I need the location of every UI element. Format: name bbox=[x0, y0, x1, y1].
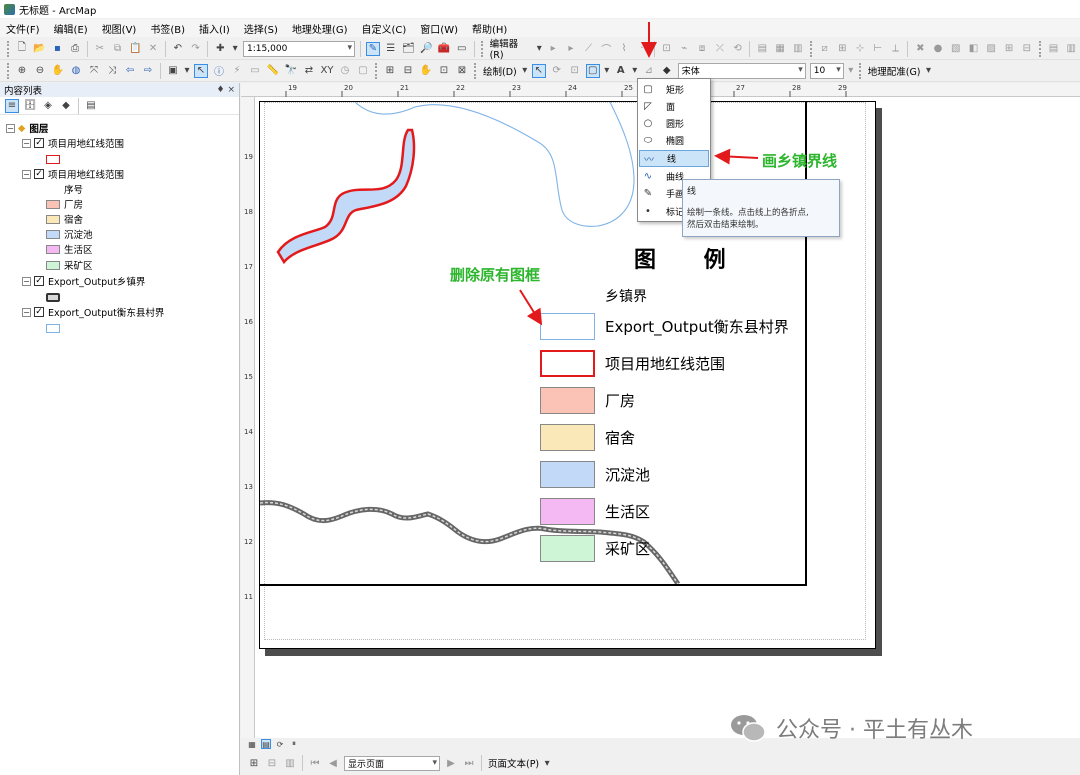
page-display-value: 显示页面 bbox=[348, 759, 385, 770]
wechat-logo bbox=[731, 715, 766, 742]
dropdown-item-ellipse[interactable]: ⬭ 椭圆 bbox=[639, 132, 709, 149]
pause-drawing-icon[interactable]: ⏸ bbox=[289, 739, 299, 749]
line-icon: 〰 bbox=[644, 155, 654, 166]
dropdown-item-circle[interactable]: ○ 圆形 bbox=[639, 115, 709, 132]
last-page-icon[interactable]: ⏭ bbox=[462, 756, 476, 770]
dropdown-item-label: 椭圆 bbox=[666, 137, 685, 147]
data-view-icon[interactable]: ▦ bbox=[247, 739, 257, 749]
fixed-zoom-icon[interactable]: ⊟ bbox=[265, 756, 279, 770]
dropdown-item-label: 矩形 bbox=[666, 86, 685, 96]
polygon-icon: ◸ bbox=[644, 101, 652, 112]
annotation-delete-frame: 删除原有图框 bbox=[450, 266, 541, 284]
annotation-draw-line: 画乡镇界线 bbox=[762, 152, 838, 170]
ellipse-icon: ⬭ bbox=[643, 135, 653, 146]
page-display-combo[interactable]: 显示页面 bbox=[344, 755, 440, 771]
circle-icon: ○ bbox=[643, 118, 653, 129]
zoom-layout-icon[interactable]: ⊞ bbox=[247, 756, 261, 770]
toolbar-separator bbox=[302, 755, 303, 771]
refresh-icon[interactable]: ⟳ bbox=[275, 739, 285, 749]
arrow-to-old-frame bbox=[519, 289, 543, 326]
rectangle-icon: ▢ bbox=[643, 84, 653, 95]
dropdown-item-rectangle[interactable]: ▢ 矩形 bbox=[639, 81, 709, 98]
layout-toolbar: ⊞ ⊟ ▥ ⏮ ◀ 显示页面 ▶ ⏭ 页面文本(P) ▾ bbox=[241, 751, 1080, 775]
tooltip-title: 线 bbox=[687, 187, 697, 197]
curve-icon: ∿ bbox=[643, 171, 653, 182]
first-page-icon[interactable]: ⏮ bbox=[308, 756, 322, 770]
tooltip-body-line2: 然后双击结束绘制。 bbox=[687, 220, 764, 230]
dropdown-item-label: 面 bbox=[666, 103, 676, 113]
tooltip-body-line1: 绘制一条线。点击线上的各折点, bbox=[687, 208, 809, 218]
layout-view-icon[interactable]: ▤ bbox=[261, 739, 271, 749]
toolbar-separator bbox=[481, 755, 482, 771]
annotation-overlay bbox=[519, 22, 759, 326]
dropdown-item-polygon[interactable]: ◸ 面 bbox=[639, 98, 709, 115]
dropdown-item-label: 圆形 bbox=[666, 120, 685, 130]
chevron-down-icon[interactable]: ▾ bbox=[544, 756, 550, 770]
previous-page-icon[interactable]: ◀ bbox=[326, 756, 340, 770]
watermark-text: 公众号 · 平土有丛木 bbox=[776, 718, 973, 743]
arcmap-window: 无标题 - ArcMap 文件(F) 编辑(E) 视图(V) 书签(B) 插入(… bbox=[0, 0, 1080, 775]
dropdown-item-line[interactable]: 〰 线 bbox=[639, 150, 709, 167]
marker-icon: • bbox=[645, 206, 651, 217]
watermark: 公众号 · 平土有丛木 bbox=[730, 712, 973, 744]
next-page-icon[interactable]: ▶ bbox=[444, 756, 458, 770]
arrow-to-line-tool bbox=[714, 148, 759, 165]
dropdown-item-label: 线 bbox=[667, 155, 677, 165]
page-text-menu[interactable]: 页面文本(P) bbox=[488, 756, 539, 770]
freehand-icon: ✎ bbox=[643, 188, 653, 199]
line-tool-tooltip: 线 绘制一条线。点击线上的各折点, 然后双击结束绘制。 bbox=[682, 179, 840, 237]
zoom-whole-page-status-icon[interactable]: ▥ bbox=[283, 756, 297, 770]
